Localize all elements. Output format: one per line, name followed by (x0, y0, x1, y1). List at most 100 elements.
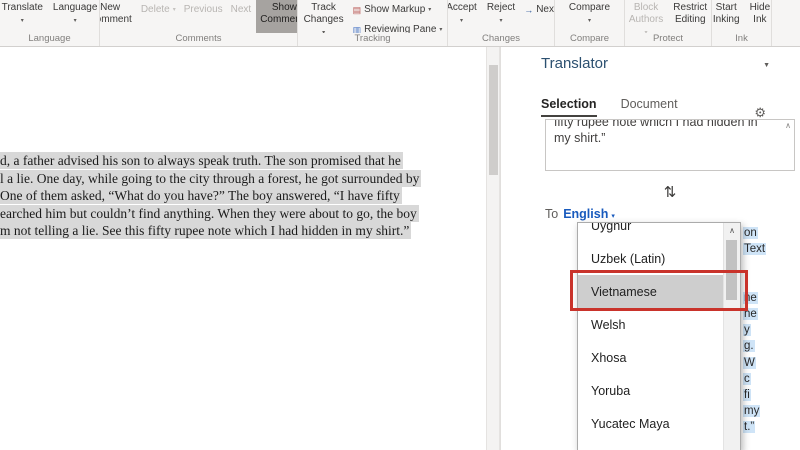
highlighted-text: One of them asked, “What do you have?” T… (0, 187, 402, 204)
fragment-line: ne (743, 290, 797, 306)
document-line: l a lie. One day, while going to the cit… (0, 170, 421, 188)
ribbon-button-delete: Delete▾ (138, 0, 179, 20)
document-line: earched him but couldn’t find anything. … (0, 205, 421, 223)
button-label: Compare (569, 2, 610, 14)
dropdown-arrow-icon: ▾ (588, 15, 591, 27)
group-label: Tracking (298, 33, 447, 46)
translator-pane: Translator ▼ Selection Document ⚙ fifty … (500, 47, 800, 450)
dropdown-item-vietnamese[interactable]: Vietnamese (578, 275, 740, 308)
fragment-text: Text (743, 243, 766, 255)
ribbon-button-language[interactable]: Language▾ (49, 0, 99, 29)
ribbon-button-next: Next (228, 0, 255, 20)
ribbon-button-restrict-editing[interactable]: Restrict Editing (669, 0, 711, 28)
document-line: m not telling a lie. See this fifty rupe… (0, 222, 421, 240)
ribbon-button-previous: Previous (181, 0, 226, 20)
fragment-line (743, 274, 797, 290)
button-label: Restrict Editing (673, 2, 707, 26)
ribbon-button-block-authors: Block Authors▾ (625, 0, 667, 33)
dropdown-item-yoruba[interactable]: Yoruba (578, 374, 740, 407)
ribbon-button-track-changes[interactable]: Track Changes▾ (300, 0, 348, 33)
ribbon-button-reject[interactable]: Reject▾ (483, 0, 519, 29)
fragment-line: W (743, 355, 797, 371)
document-page[interactable]: d, a father advised his son to always sp… (0, 47, 486, 450)
ribbon-button-new-comment[interactable]: New Comment (100, 0, 136, 28)
fragment-line: my (743, 403, 797, 419)
dropdown-item-uyghur[interactable]: Uyghur (578, 222, 740, 242)
ribbon-button-show-markup[interactable]: ▤Show Markup▾ (350, 0, 435, 20)
ribbon-group-language: Translate▾Language▾Language (0, 0, 100, 46)
ribbon-button-show-comments[interactable]: Show Comments (256, 0, 297, 33)
markup-icon: ▤ (353, 5, 362, 15)
fragment-line (743, 257, 797, 273)
dropdown-scrollbar-thumb[interactable] (726, 240, 737, 300)
group-label: Ink (712, 33, 771, 46)
group-buttons: Start Inking Hide Ink (712, 0, 771, 33)
group-buttons: Accept▾Reject▾→Next (448, 0, 554, 33)
dropdown-arrow-icon: ▾ (439, 24, 442, 33)
ribbon-group-changes: Accept▾Reject▾→NextChanges (448, 0, 555, 46)
document-vertical-scrollbar[interactable] (486, 47, 500, 450)
fragment-text: g. (743, 340, 755, 352)
group-buttons: New Comment Delete▾ Previous NextShow Comme… (100, 0, 297, 33)
pane-title: Translator (541, 55, 608, 72)
language-dropdown: UyghurUzbek (Latin)VietnameseWelshXhosaY… (577, 222, 741, 450)
dropdown-arrow-icon: ▾ (21, 15, 24, 27)
group-buttons: Translate▾Language▾ (0, 0, 99, 33)
ribbon-button-hide-ink[interactable]: Hide Ink (746, 0, 771, 28)
ribbon-button-next[interactable]: →Next (521, 0, 554, 20)
highlighted-text: l a lie. One day, while going to the cit… (0, 170, 421, 187)
to-label: To (545, 207, 558, 221)
dropdown-scroll-up-icon[interactable]: ∧ (724, 223, 740, 239)
dropdown-scrollbar[interactable]: ∧ (723, 223, 740, 450)
button-label: Reject (487, 2, 515, 14)
button-label: Hide Ink (750, 2, 771, 26)
button-label: Previous (184, 4, 223, 16)
language-dropdown-arrow-icon: ▾ (611, 213, 615, 220)
ribbon-button-start-inking[interactable]: Start Inking (712, 0, 744, 28)
dropdown-item-yucatec-maya[interactable]: Yucatec Maya (578, 407, 740, 440)
ribbon-button-translate[interactable]: Translate▾ (0, 0, 47, 29)
button-label: New Comment (100, 2, 132, 26)
fragment-text (743, 259, 748, 271)
source-text-box[interactable]: fifty rupee note which I had hidden in m… (545, 119, 795, 171)
fragment-text (743, 276, 748, 288)
tab-selection[interactable]: Selection (541, 97, 597, 117)
dropdown-item-welsh[interactable]: Welsh (578, 308, 740, 341)
ribbon-group-comments: New Comment Delete▾ Previous NextShow Comme… (100, 0, 298, 46)
tab-document[interactable]: Document (621, 97, 678, 117)
button-label: Block Authors (629, 2, 663, 26)
fragment-line: c (743, 371, 797, 387)
pane-menu-arrow-icon[interactable]: ▼ (763, 62, 770, 69)
target-language-selector[interactable]: English (563, 207, 608, 221)
dropdown-arrow-icon: ▾ (500, 15, 503, 27)
swap-languages-icon[interactable]: ⇅ (545, 183, 795, 201)
group-label: Comments (100, 33, 297, 46)
highlighted-text: d, a father advised his son to always sp… (0, 152, 403, 169)
translation-result-fragments[interactable]: onText neheyg.Wcfimyt.” (743, 225, 797, 436)
fragment-line: y (743, 322, 797, 338)
ribbon-button-accept[interactable]: Accept▾ (448, 0, 481, 29)
dropdown-item-uzbek-latin[interactable]: Uzbek (Latin) (578, 242, 740, 275)
to-language-row: To English▾ (545, 207, 615, 221)
button-label: Language (53, 2, 98, 14)
scrollbar-thumb[interactable] (489, 65, 498, 175)
button-label: Delete (141, 4, 170, 16)
dropdown-item-xhosa[interactable]: Xhosa (578, 341, 740, 374)
highlighted-text: earched him but couldn’t find anything. … (0, 205, 419, 222)
scroll-up-icon[interactable]: ∧ (785, 121, 791, 130)
stacked-buttons: ▤Show Markup▾▥Reviewing Pane▾ (350, 0, 446, 33)
ribbon-group-tracking: Track Changes▾▤Show Markup▾▥Reviewing Pa… (298, 0, 448, 46)
document-line: d, a father advised his son to always sp… (0, 152, 421, 170)
group-buttons: Track Changes▾▤Show Markup▾▥Reviewing Pa… (298, 0, 447, 33)
group-label: Changes (448, 33, 554, 46)
ribbon-button-compare[interactable]: Compare▾ (565, 0, 614, 29)
language-dropdown-items: UyghurUzbek (Latin)VietnameseWelshXhosaY… (578, 222, 740, 440)
fragment-text: c (743, 373, 751, 385)
ribbon-button-reviewing-pane[interactable]: ▥Reviewing Pane▾ (350, 20, 446, 33)
source-text: fifty rupee note which I had hidden in m… (554, 119, 776, 146)
fragment-text: ne (743, 292, 758, 304)
fragment-line: Text (743, 241, 797, 257)
button-label: Show Comments (260, 2, 297, 26)
button-label: Show Markup (364, 4, 425, 16)
pane-icon: ▥ (353, 25, 362, 33)
